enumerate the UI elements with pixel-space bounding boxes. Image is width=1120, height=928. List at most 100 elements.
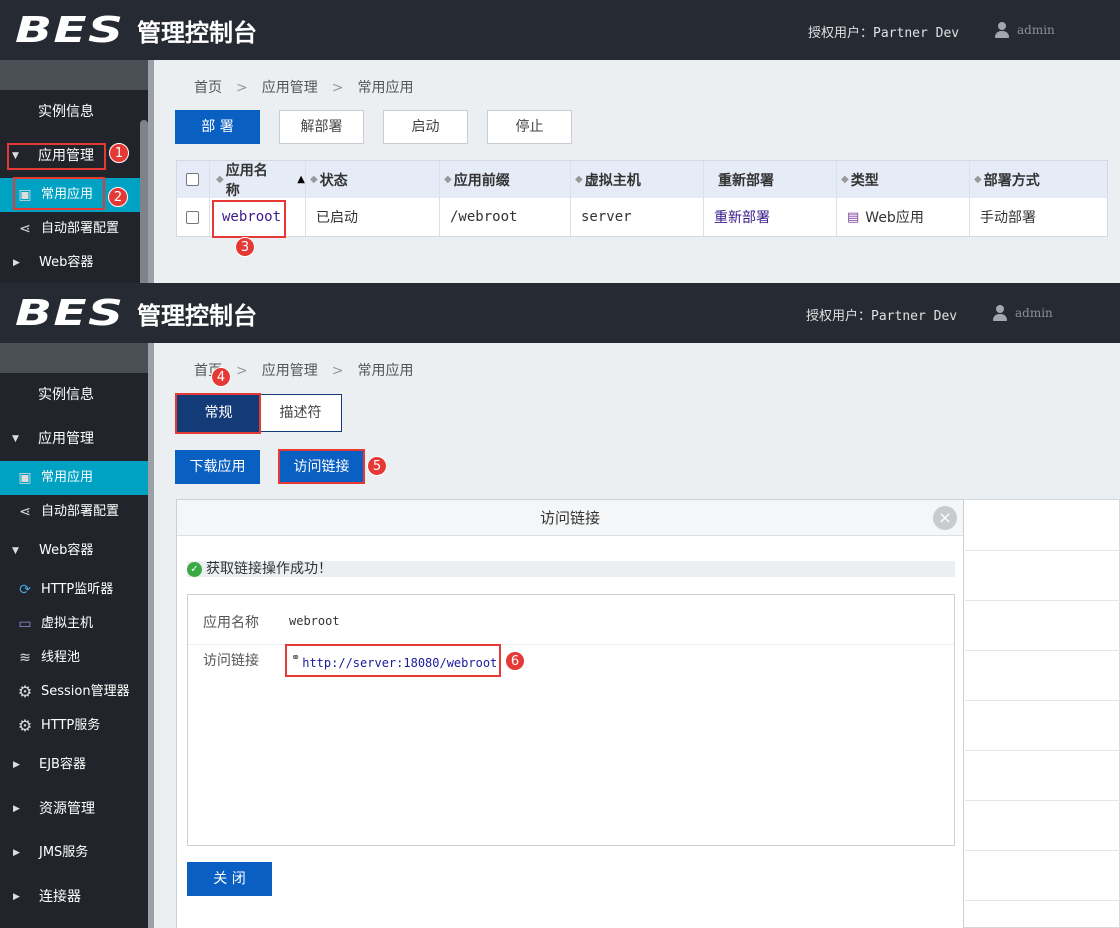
sidebar-item-jms-service[interactable]: ▶ JMS服务: [0, 831, 148, 875]
sidebar-item-thread-pool[interactable]: ≋ 线程池: [0, 641, 148, 675]
top-header: BES 管理控制台 授权用户：Partner Dev admin: [0, 283, 1120, 343]
col-type[interactable]: ◆ 类型: [837, 161, 970, 198]
type-cell: ▤ Web应用: [837, 198, 970, 236]
sidebar-item-label: JMS服务: [39, 845, 89, 860]
licensed-user-label: 授权用户：: [808, 26, 874, 41]
sidebar-item-connector[interactable]: ▶ 连接器: [0, 875, 148, 919]
sidebar-item-label: 实例信息: [38, 104, 94, 120]
tab-descriptor[interactable]: 描述符: [259, 394, 342, 432]
panel-row-divider: [965, 900, 1120, 901]
user-icon: [995, 22, 1009, 38]
select-all-checkbox[interactable]: [186, 173, 199, 186]
sidebar-item-instance-info[interactable]: 实例信息: [0, 373, 148, 417]
sidebar-item-web-container[interactable]: ▼ Web容器: [0, 529, 148, 573]
sort-icon: ◆: [216, 174, 224, 185]
sidebar-item-resource-mgmt[interactable]: ▶ 资源管理: [0, 787, 148, 831]
licensed-user: 授权用户：Partner Dev: [806, 305, 957, 324]
sidebar-item-virtual-host[interactable]: ▭ 虚拟主机: [0, 607, 148, 641]
col-status[interactable]: ◆ 状态: [306, 161, 440, 198]
step-badge-4: 4: [211, 367, 231, 387]
logo-mark: BES: [15, 292, 125, 334]
close-dialog-button[interactable]: 关 闭: [187, 862, 272, 896]
breadcrumb-home[interactable]: 首页: [194, 80, 222, 96]
col-deploy-mode[interactable]: ◆ 部署方式: [970, 161, 1107, 198]
monitor-icon: ▭: [18, 616, 32, 632]
step-badge-1: 1: [109, 143, 129, 163]
dialog-title: 访问链接 ×: [177, 500, 963, 536]
sidebar-item-instance-info[interactable]: 实例信息: [0, 90, 148, 134]
tab-general[interactable]: 常规: [177, 394, 260, 432]
breadcrumb-app-mgmt[interactable]: 应用管理: [262, 80, 318, 96]
deploy-button[interactable]: 部 署: [175, 110, 260, 144]
sidebar-item-label: 线程池: [41, 650, 81, 665]
refresh-icon: ⟳: [19, 582, 31, 598]
app-icon: ▣: [18, 187, 32, 203]
licensed-user: 授权用户：Partner Dev: [808, 22, 959, 41]
top-header: BES 管理控制台 授权用户：Partner Dev admin: [0, 0, 1120, 60]
app-icon: ▣: [18, 470, 32, 486]
caret-down-icon: ▼: [12, 434, 19, 444]
sidebar-scrollbar[interactable]: [140, 120, 148, 283]
logo-mark: BES: [15, 9, 125, 51]
admin-menu[interactable]: admin: [995, 22, 1055, 38]
start-button[interactable]: 启动: [383, 110, 468, 144]
download-app-button[interactable]: 下载应用: [175, 450, 260, 484]
sidebar-item-http-listener[interactable]: ⟳ HTTP监听器: [0, 573, 148, 607]
caret-down-icon: ▼: [12, 546, 19, 556]
status-cell: 已启动: [306, 198, 440, 236]
close-icon[interactable]: ×: [933, 506, 957, 530]
panel-row-divider: [965, 750, 1120, 751]
breadcrumb-app-mgmt[interactable]: 应用管理: [262, 363, 318, 379]
undeploy-button[interactable]: 解部署: [279, 110, 364, 144]
user-icon: [993, 305, 1007, 321]
admin-menu[interactable]: admin: [993, 305, 1053, 321]
sidebar-item-label: 虚拟主机: [41, 616, 94, 631]
table-header: ◆ 应用名称 ▲ ◆ 状态 ◆ 应用前缀 ◆ 虚拟主机 重新部署 ◆ 类型 ◆ 部署方式: [177, 161, 1107, 199]
sidebar-item-label: HTTP监听器: [41, 582, 114, 597]
app-name-label: 应用名称: [203, 615, 259, 631]
step-badge-3: 3: [235, 237, 255, 257]
sidebar-item-label: 资源管理: [39, 801, 95, 817]
sidebar-item-session-mgr[interactable]: ⚙ Session管理器: [0, 675, 148, 709]
breadcrumb: 首页 > 应用管理 > 常用应用: [194, 77, 413, 97]
sidebar-item-auto-deploy[interactable]: ⋖ 自动部署配置: [0, 212, 148, 246]
web-app-icon: ▤: [847, 209, 860, 225]
app-table: ◆ 应用名称 ▲ ◆ 状态 ◆ 应用前缀 ◆ 虚拟主机 重新部署 ◆ 类型 ◆ 部署方式 we…: [176, 160, 1108, 237]
link-chain-icon: ⚭: [291, 651, 301, 664]
info-row-access-link: 访问链接 ⚭ http://server:18080/webroot: [188, 645, 954, 695]
access-url-link[interactable]: ⚭ http://server:18080/webroot: [287, 648, 500, 678]
col-app-name[interactable]: ◆ 应用名称 ▲: [210, 161, 306, 199]
sidebar-item-common-apps[interactable]: ▣ 常用应用: [0, 461, 148, 495]
col-vhost[interactable]: ◆ 虚拟主机: [571, 161, 704, 198]
logo: BES 管理控制台: [15, 9, 257, 51]
step-badge-6: 6: [505, 651, 525, 671]
col-prefix[interactable]: ◆ 应用前缀: [440, 161, 571, 198]
sidebar-item-label: 应用管理: [38, 431, 94, 447]
redeploy-link[interactable]: 重新部署: [704, 198, 837, 236]
sidebar-top-bar: [0, 60, 148, 90]
panel-row-divider: [965, 550, 1120, 551]
sidebar-item-label: EJB容器: [39, 757, 86, 772]
sidebar-item-auto-deploy[interactable]: ⋖ 自动部署配置: [0, 495, 148, 529]
check-circle-icon: ✓: [187, 561, 202, 577]
sidebar-item-label: 常用应用: [41, 470, 94, 485]
sidebar-item-app-mgmt[interactable]: ▼ 应用管理: [0, 417, 148, 461]
access-link-button[interactable]: 访问链接: [279, 450, 364, 484]
sidebar-item-web-container[interactable]: ▶ Web容器: [0, 246, 148, 280]
row-checkbox[interactable]: [186, 210, 199, 224]
main-content: 首页 > 应用管理 > 常用应用 部 署 解部署 启动 停止 ◆ 应用名称 ▲ ◆ 状态 ◆ 应…: [154, 60, 1120, 283]
row-select-cell: [177, 198, 210, 236]
app-name-link[interactable]: webroot: [210, 198, 306, 236]
sidebar-item-label: 常用应用: [41, 187, 94, 202]
sidebar-item-label: Web容器: [39, 255, 94, 270]
chevron-right-icon: >: [236, 80, 248, 96]
threads-icon: ≋: [19, 650, 31, 666]
table-row: webroot 已启动 /webroot server 重新部署 ▤ Web应用 …: [177, 198, 1107, 236]
stop-button[interactable]: 停止: [487, 110, 572, 144]
sidebar-item-http-service[interactable]: ⚙ HTTP服务: [0, 709, 148, 743]
sort-icon: ◆: [444, 174, 452, 185]
caret-right-icon: ▶: [13, 258, 20, 268]
app-name-value: webroot: [289, 614, 340, 628]
sidebar-item-ejb-container[interactable]: ▶ EJB容器: [0, 743, 148, 787]
panel-row-divider: [965, 850, 1120, 851]
